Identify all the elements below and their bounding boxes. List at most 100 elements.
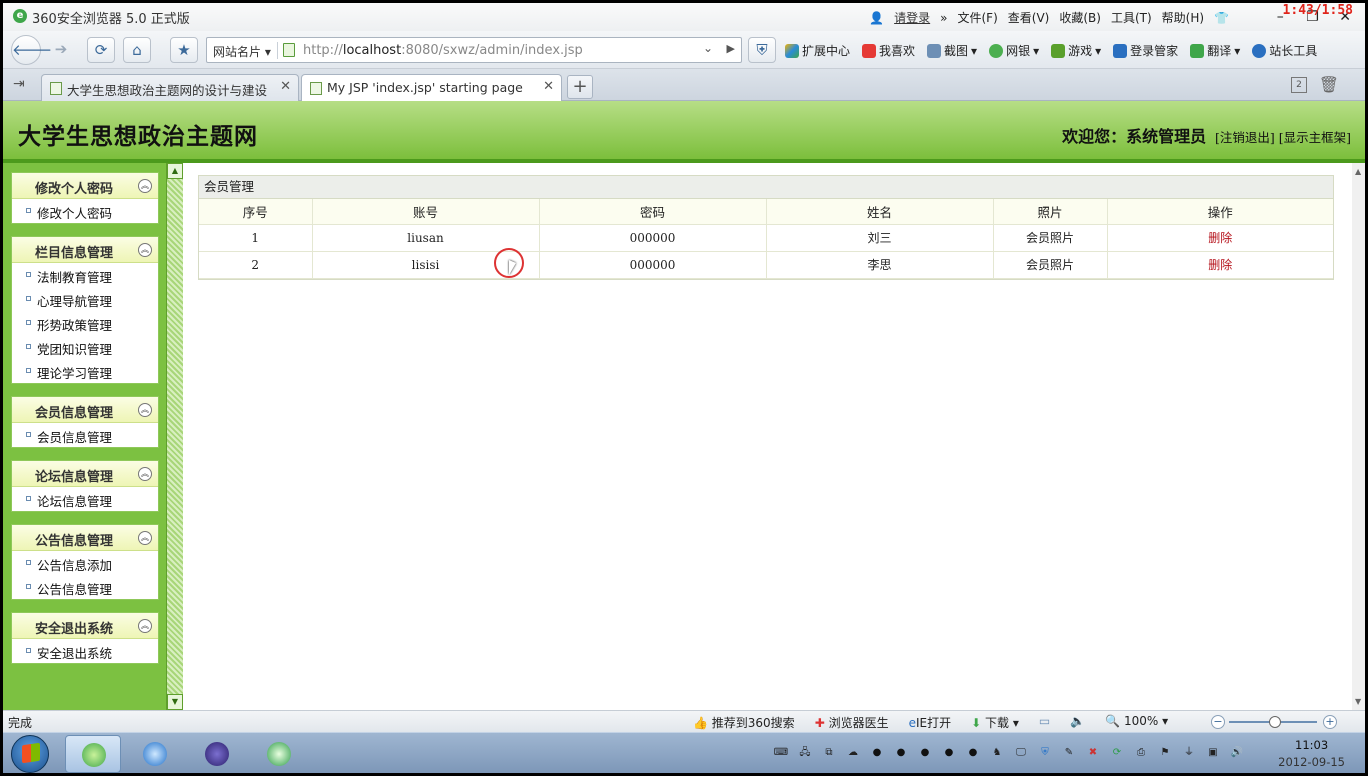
sidebar-item-change-password[interactable]: 修改个人密码: [12, 199, 158, 223]
volume-icon[interactable]: 🔈: [1070, 714, 1085, 731]
menu-group-header[interactable]: 论坛信息管理 ︽: [12, 461, 158, 487]
collapse-icon[interactable]: ︽: [138, 467, 152, 481]
device-icon[interactable]: ⎙: [1133, 745, 1149, 761]
sidebar-item-forum[interactable]: 论坛信息管理: [12, 487, 158, 511]
login-link[interactable]: 请登录: [894, 9, 930, 26]
extension-center-button[interactable]: 扩展中心: [785, 42, 850, 59]
translate-button[interactable]: 翻译 ▾: [1190, 42, 1240, 59]
notes-icon[interactable]: ✎: [1061, 745, 1077, 761]
close-icon[interactable]: ✕: [280, 79, 291, 94]
page-scrollbar[interactable]: ▲ ▼: [1352, 163, 1365, 710]
security-shield-icon[interactable]: ⛨: [1037, 745, 1053, 761]
scroll-down-icon[interactable]: ▼: [167, 694, 183, 710]
menu-tools[interactable]: 工具(T): [1111, 9, 1152, 26]
qq-icon[interactable]: ●: [893, 745, 909, 761]
usb-icon[interactable]: ⏚: [1181, 745, 1197, 761]
online-bank-button[interactable]: 网银 ▾: [989, 42, 1039, 59]
photo-link[interactable]: 会员照片: [993, 224, 1108, 252]
go-icon[interactable]: ▶: [727, 42, 735, 55]
menu-group-header[interactable]: 修改个人密码 ︽: [12, 173, 158, 199]
speaker-icon[interactable]: 🔊: [1229, 745, 1245, 761]
taskbar-eclipse[interactable]: [189, 735, 245, 773]
sidebar-item-policy[interactable]: 形势政策管理: [12, 311, 158, 335]
shirt-icon[interactable]: 👕: [1214, 11, 1229, 25]
scroll-up-icon[interactable]: ▲: [167, 163, 183, 179]
delete-link[interactable]: 删除: [1208, 231, 1232, 245]
zoom-control[interactable]: 🔍 100% ▾: [1105, 714, 1168, 731]
forward-button[interactable]: ➔: [47, 37, 75, 63]
sidebar-item-members[interactable]: 会员信息管理: [12, 423, 158, 447]
copy-icon[interactable]: ⧉: [821, 745, 837, 761]
cloud-icon[interactable]: ☁: [845, 745, 861, 761]
zoom-slider[interactable]: − +: [1211, 715, 1337, 729]
qq-icon[interactable]: ●: [941, 745, 957, 761]
menu-help[interactable]: 帮助(H): [1162, 9, 1204, 26]
url-text[interactable]: http://localhost:8080/sxwz/admin/index.j…: [303, 43, 583, 58]
show-frame-link[interactable]: [显示主框架]: [1279, 130, 1351, 145]
keyboard-icon[interactable]: ⌨: [773, 745, 789, 761]
start-button[interactable]: [11, 735, 49, 773]
favorite-star-button[interactable]: ★: [170, 37, 198, 63]
qq-icon[interactable]: ●: [869, 745, 885, 761]
sidebar-scrollbar[interactable]: ▲ ▼: [166, 163, 183, 710]
clock[interactable]: 11:03 2012-09-15: [1278, 737, 1345, 771]
refresh-button[interactable]: ⟳: [87, 37, 115, 63]
display-icon[interactable]: ▣: [1205, 745, 1221, 761]
like-button[interactable]: 我喜欢: [862, 42, 915, 59]
sidebar-item-theory-study[interactable]: 理论学习管理: [12, 359, 158, 383]
menu-group-header[interactable]: 栏目信息管理 ︽: [12, 237, 158, 263]
zoom-out-icon[interactable]: −: [1211, 715, 1225, 729]
collapse-icon[interactable]: ︽: [138, 531, 152, 545]
sidebar-item-party-knowledge[interactable]: 党团知识管理: [12, 335, 158, 359]
browser-doctor-button[interactable]: ✚ 浏览器医生: [815, 714, 889, 731]
logout-link[interactable]: [注销退出]: [1215, 130, 1275, 145]
menu-view[interactable]: 查看(V): [1008, 9, 1050, 26]
refresh-tray-icon[interactable]: ⟳: [1109, 745, 1125, 761]
scroll-down-icon[interactable]: ▼: [1355, 697, 1361, 706]
zoom-knob[interactable]: [1269, 716, 1281, 728]
flag-icon[interactable]: ⚑: [1157, 745, 1173, 761]
qq-icon[interactable]: ●: [917, 745, 933, 761]
open-in-ie-button[interactable]: eIE打开: [909, 714, 952, 731]
scroll-up-icon[interactable]: ▲: [1355, 167, 1361, 176]
collapse-icon[interactable]: ︽: [138, 243, 152, 257]
taskbar-app[interactable]: [251, 735, 307, 773]
new-tab-button[interactable]: +: [567, 75, 593, 99]
home-button[interactable]: ⌂: [123, 37, 151, 63]
taskbar-360-browser[interactable]: [65, 735, 121, 773]
sidebar-item-manage-notices[interactable]: 公告信息管理: [12, 575, 158, 599]
recommend-360-button[interactable]: 👍 推荐到360搜索: [693, 714, 795, 731]
back-button[interactable]: 🡐: [11, 35, 52, 65]
zoom-in-icon[interactable]: +: [1323, 715, 1337, 729]
site-card-dropdown[interactable]: 网站名片 ▾: [213, 43, 271, 60]
tab-2[interactable]: My JSP 'index.jsp' starting page ✕: [301, 74, 562, 101]
tab-1[interactable]: 大学生思想政治主题网的设计与建设 ✕: [41, 74, 299, 101]
menu-group-header[interactable]: 安全退出系统 ︽: [12, 613, 158, 639]
webmaster-tools-button[interactable]: 站长工具: [1252, 42, 1317, 59]
delete-link[interactable]: 删除: [1208, 258, 1232, 272]
menu-group-header[interactable]: 会员信息管理 ︽: [12, 397, 158, 423]
collapse-icon[interactable]: ︽: [138, 179, 152, 193]
bird-icon[interactable]: ♞: [989, 745, 1005, 761]
sidebar-item-psychology[interactable]: 心理导航管理: [12, 287, 158, 311]
screenshot-button[interactable]: 截图 ▾: [927, 42, 977, 59]
sidebar-toggle-icon[interactable]: ⇥: [13, 76, 29, 92]
close-icon[interactable]: ✕: [543, 79, 554, 94]
collapse-icon[interactable]: ︽: [138, 619, 152, 633]
qq-icon[interactable]: ●: [965, 745, 981, 761]
window-icon[interactable]: ▭: [1039, 714, 1050, 731]
address-bar[interactable]: 网站名片 ▾ http://localhost:8080/sxwz/admin/…: [206, 37, 742, 63]
taskbar-ie[interactable]: [127, 735, 183, 773]
login-manager-button[interactable]: 登录管家: [1113, 42, 1178, 59]
download-button[interactable]: ⬇ 下载 ▾: [971, 714, 1019, 731]
url-history-dropdown-icon[interactable]: ⌄: [703, 41, 713, 55]
monitor-icon[interactable]: 🖵: [1013, 745, 1029, 761]
network-icon[interactable]: 🖧: [797, 745, 813, 761]
menu-group-header[interactable]: 公告信息管理 ︽: [12, 525, 158, 551]
games-button[interactable]: 游戏 ▾: [1051, 42, 1101, 59]
pin-icon[interactable]: ✖: [1085, 745, 1101, 761]
tab-count-icon[interactable]: 2: [1291, 77, 1307, 93]
shield-icon[interactable]: ⛨: [748, 37, 776, 63]
sidebar-item-add-notice[interactable]: 公告信息添加: [12, 551, 158, 575]
menu-file[interactable]: 文件(F): [957, 9, 997, 26]
